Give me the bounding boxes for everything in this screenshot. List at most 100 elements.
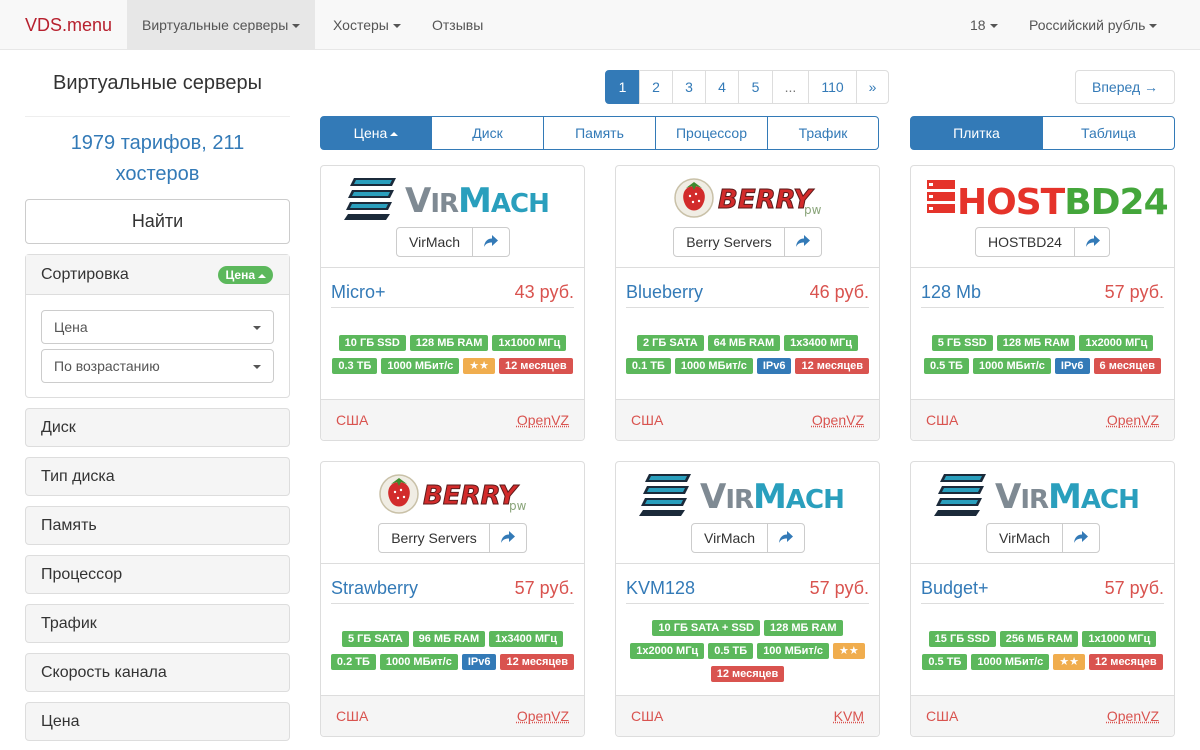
filter-channel-speed[interactable]: Скорость канала	[25, 653, 290, 692]
brand-logo[interactable]: VDS.menu	[25, 0, 112, 50]
spec-badge: 128 МБ RAM	[996, 335, 1076, 351]
spec-badge: 12 месяцев	[795, 358, 870, 374]
filter-processor[interactable]: Процессор	[25, 555, 290, 594]
currency-dropdown[interactable]: Российский рубль	[1014, 0, 1172, 50]
card-footer: США OpenVZ	[321, 399, 584, 440]
spec-badge: 0.5 ТБ	[922, 654, 968, 670]
country-link[interactable]: США	[336, 708, 368, 724]
hoster-link-button[interactable]	[490, 524, 526, 552]
tab-processor[interactable]: Процессор	[655, 116, 768, 150]
plan-price: 57 руб.	[1104, 282, 1164, 302]
spec-badges: 5 ГБ SATA 96 МБ RAM 1x3400 МГц 0.2 ТБ 1000 М…	[321, 628, 584, 674]
hoster-logo[interactable]: BERRY pw	[616, 174, 879, 224]
hoster-logo[interactable]: HOSTBD24	[911, 174, 1174, 224]
spec-badge: 1x3400 МГц	[784, 335, 859, 351]
tab-disk[interactable]: Диск	[431, 116, 544, 150]
per-page-dropdown[interactable]: 18	[955, 0, 1013, 50]
nav-reviews[interactable]: Отзывы	[417, 0, 498, 50]
tab-table[interactable]: Таблица	[1042, 116, 1175, 150]
plan-name-link[interactable]: KVM128	[626, 578, 695, 599]
card-footer: США OpenVZ	[911, 399, 1174, 440]
hoster-logo[interactable]: VIRMACH	[616, 470, 879, 520]
sort-order-select[interactable]: По возрастанию	[41, 349, 274, 383]
filter-disk-type[interactable]: Тип диска	[25, 457, 290, 496]
badge-row: 2 ГБ SATA 64 МБ RAM 1x3400 МГц	[616, 332, 879, 355]
plan-name-link[interactable]: Micro+	[331, 282, 386, 303]
tab-memory[interactable]: Память	[543, 116, 656, 150]
hoster-logo[interactable]: VIRMACH	[321, 174, 584, 224]
hoster-name-button[interactable]: Berry Servers	[379, 524, 490, 552]
plan-name-link[interactable]: Budget+	[921, 578, 989, 599]
chevron-down-icon	[253, 365, 261, 369]
tariff-count: 1979 тарифов, 211 хостеров	[70, 132, 245, 185]
page-1[interactable]: 1	[605, 70, 640, 104]
nav-hosters[interactable]: Хостеры	[318, 0, 416, 50]
forward-button[interactable]: Вперед →	[1075, 70, 1175, 104]
hoster-logo[interactable]: BERRY pw	[321, 470, 584, 520]
spec-badge: 0.3 ТБ	[332, 358, 378, 374]
filter-traffic[interactable]: Трафик	[25, 604, 290, 643]
virtualization-link[interactable]: OpenVZ	[1107, 708, 1159, 724]
sort-panel-header[interactable]: Сортировка Цена	[26, 255, 289, 295]
spec-badge: 1x1000 МГц	[1082, 631, 1157, 647]
page-110[interactable]: 110	[808, 70, 857, 104]
virtualization-link[interactable]: OpenVZ	[1107, 412, 1159, 428]
spec-badge: 1000 МБит/с	[972, 358, 1051, 374]
plan-price: 57 руб.	[514, 578, 574, 598]
hoster-link-button[interactable]	[1075, 228, 1109, 256]
hoster-name-button[interactable]: Berry Servers	[674, 228, 785, 256]
spec-badge: 5 ГБ SATA	[341, 631, 409, 647]
share-arrow-icon	[501, 531, 515, 543]
hoster-link-button[interactable]	[1063, 524, 1099, 552]
filter-memory[interactable]: Память	[25, 506, 290, 545]
plan-name-link[interactable]: Blueberry	[626, 282, 703, 303]
svg-text:BERRY: BERRY	[718, 185, 815, 215]
divider	[911, 267, 1174, 268]
hoster-link-button[interactable]	[473, 228, 509, 256]
virtualization-link[interactable]: OpenVZ	[517, 412, 569, 428]
plan-name-link[interactable]: 128 Mb	[921, 282, 981, 303]
hoster-name-button[interactable]: VirMach	[397, 228, 474, 256]
hoster-name-button[interactable]: VirMach	[987, 524, 1064, 552]
page-2[interactable]: 2	[639, 70, 673, 104]
country-link[interactable]: США	[336, 412, 368, 428]
share-arrow-icon	[779, 531, 794, 543]
page-5[interactable]: 5	[738, 70, 773, 104]
filter-disk[interactable]: Диск	[25, 408, 290, 447]
virtualization-link[interactable]: OpenVZ	[812, 412, 864, 428]
find-button[interactable]: Найти	[25, 199, 290, 244]
hoster-link-button[interactable]	[768, 524, 804, 552]
spec-badge: 100 МБит/с	[757, 643, 829, 659]
hoster-name-button[interactable]: VirMach	[692, 524, 769, 552]
virmach-logo-text-a: V	[995, 477, 1022, 517]
page-3[interactable]: 3	[672, 70, 706, 104]
tab-traffic[interactable]: Трафик	[767, 116, 879, 150]
server-card: VIRMACH VirMach KVM128 57 руб. 10 ГБ SAT…	[615, 461, 880, 737]
spec-badge: 64 МБ RAM	[707, 335, 781, 351]
sort-badge: Цена	[218, 266, 273, 284]
country-link[interactable]: США	[631, 412, 663, 428]
hoster-button-group: Berry Servers	[673, 227, 822, 257]
country-link[interactable]: США	[926, 708, 958, 724]
hoster-name-button[interactable]: HOSTBD24	[976, 228, 1075, 256]
badge-row: 10 ГБ SSD 128 МБ RAM 1x1000 МГц	[321, 332, 584, 355]
server-card: HOSTBD24 HOSTBD24 128 Mb 57 руб. 5 ГБ SS…	[910, 165, 1175, 441]
virmach-logo: VIRMACH	[639, 474, 845, 517]
plan-name-link[interactable]: Strawberry	[331, 578, 418, 599]
country-link[interactable]: США	[926, 412, 958, 428]
sort-panel: Сортировка Цена Цена По возрастанию	[25, 254, 290, 398]
hoster-logo[interactable]: VIRMACH	[911, 470, 1174, 520]
tab-tiles[interactable]: Плитка	[910, 116, 1043, 150]
virtualization-link[interactable]: OpenVZ	[517, 708, 569, 724]
filter-price[interactable]: Цена	[25, 702, 290, 741]
nav-virtual-servers[interactable]: Виртуальные серверы	[127, 0, 316, 50]
tab-price[interactable]: Цена	[320, 116, 432, 150]
page-4[interactable]: 4	[705, 70, 739, 104]
virtualization-link[interactable]: KVM	[834, 708, 864, 724]
sort-field-select[interactable]: Цена	[41, 310, 274, 344]
page-next-arrow[interactable]: »	[856, 70, 889, 104]
hoster-link-button[interactable]	[785, 228, 821, 256]
country-link[interactable]: США	[631, 708, 663, 724]
badge-row: 0.5 ТБ 1000 МБит/с IPv6 6 месяцев	[911, 355, 1174, 378]
spec-badge: 0.2 ТБ	[330, 654, 376, 670]
